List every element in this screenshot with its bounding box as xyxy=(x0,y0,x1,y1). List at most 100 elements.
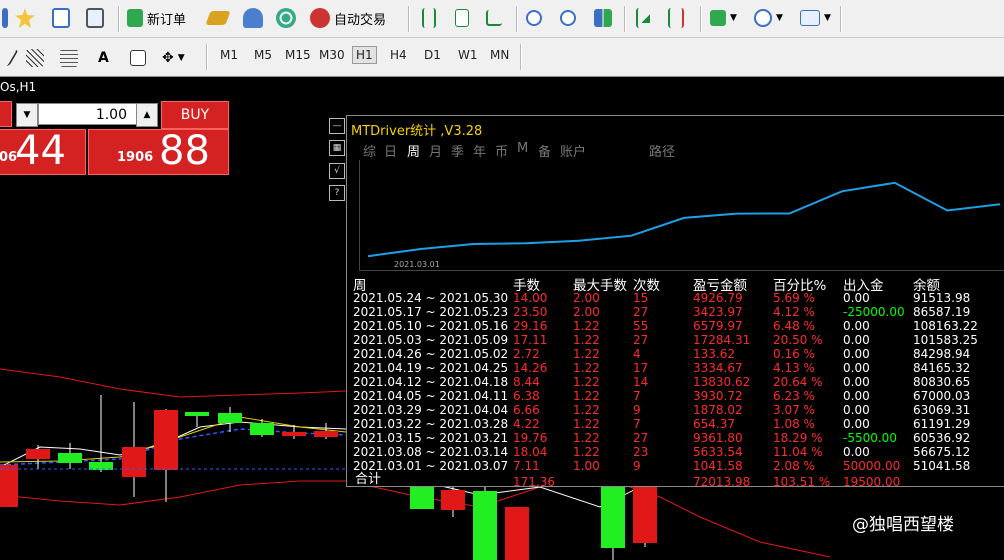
cell-count: 15 xyxy=(633,291,649,305)
cell-pnl: 13830.62 xyxy=(693,375,751,389)
tile-windows-icon[interactable] xyxy=(594,6,612,30)
cell-pnl: 133.62 xyxy=(693,347,735,361)
cell-max-lots: 1.22 xyxy=(573,347,600,361)
cell-pnl: 17284.31 xyxy=(693,333,751,347)
sell-button[interactable] xyxy=(0,101,12,127)
bar-chart-icon[interactable] xyxy=(418,6,436,30)
cell-pct: 18.29 % xyxy=(773,431,823,445)
account-icon[interactable] xyxy=(243,6,263,30)
indicators-icon[interactable]: ▼ xyxy=(710,6,737,30)
buy-price-panel[interactable]: 1906 88 xyxy=(88,128,229,175)
zoom-out-icon[interactable] xyxy=(560,6,576,30)
tab-currency[interactable]: 币 xyxy=(495,141,508,160)
zoom-in-icon[interactable] xyxy=(526,6,542,30)
cell-week: 2021.05.24 ~ 2021.05.30 xyxy=(353,291,509,305)
arrow-icon[interactable] xyxy=(2,6,8,30)
tf-h4[interactable]: H4 xyxy=(390,48,407,62)
new-order-button[interactable]: 新订单 xyxy=(127,6,186,30)
cell-week: 2021.03.01 ~ 2021.03.07 xyxy=(353,459,509,473)
sell-price-panel[interactable]: 06 44 xyxy=(0,128,86,175)
cell-pnl: 4926.79 xyxy=(693,291,743,305)
tab-week[interactable]: 周 xyxy=(407,141,420,160)
line-chart-icon[interactable] xyxy=(486,6,502,30)
text-tool[interactable]: A xyxy=(98,46,109,70)
cell-lots: 7.11 xyxy=(513,459,540,473)
cell-pct: 1.08 % xyxy=(773,417,815,431)
tf-mn[interactable]: MN xyxy=(490,48,509,62)
chart-shift-icon[interactable] xyxy=(668,6,684,30)
cell-week: 2021.04.12 ~ 2021.04.18 xyxy=(353,375,509,389)
strategy-tester-icon[interactable] xyxy=(86,6,104,30)
help-icon[interactable]: ? xyxy=(329,185,345,201)
tf-h1[interactable]: H1 xyxy=(352,46,377,64)
cell-count: 55 xyxy=(633,319,649,333)
cell-count: 4 xyxy=(633,347,641,361)
tab-month[interactable]: 月 xyxy=(429,141,442,160)
gann-icon[interactable] xyxy=(26,46,44,70)
tf-m5[interactable]: M5 xyxy=(254,48,272,62)
check-icon[interactable]: √ xyxy=(329,163,345,179)
arrows-icon[interactable]: ✥ ▼ xyxy=(162,46,185,70)
signals-icon[interactable] xyxy=(276,6,296,30)
equity-curve-chart: 2021.03.01 xyxy=(359,160,1004,271)
autoscroll-icon[interactable] xyxy=(636,6,650,30)
cell-count: 27 xyxy=(633,431,649,445)
tab-note[interactable]: 备 xyxy=(538,141,551,160)
minimize-icon[interactable]: — xyxy=(329,118,345,134)
tf-d1[interactable]: D1 xyxy=(424,48,441,62)
total-label: 合计 xyxy=(355,472,382,487)
cell-max-lots: 1.22 xyxy=(573,445,600,459)
navigator-icon[interactable] xyxy=(52,6,70,30)
cell-lots: 6.66 xyxy=(513,403,540,417)
grid-icon[interactable]: ▦ xyxy=(329,140,345,156)
tab-path[interactable]: 路径 xyxy=(649,141,675,160)
tf-w1[interactable]: W1 xyxy=(458,48,478,62)
tf-m1[interactable]: M1 xyxy=(220,48,238,62)
volume-increase-button[interactable]: ▲ xyxy=(136,103,158,127)
tab-year[interactable]: 年 xyxy=(473,141,486,160)
tab-day[interactable]: 日 xyxy=(384,141,397,160)
total-pnl: 72013.98 xyxy=(693,475,751,489)
favorites-icon[interactable] xyxy=(15,6,35,30)
cell-flow: 0.00 xyxy=(843,445,870,459)
cell-balance: 86587.19 xyxy=(913,305,971,319)
cell-count: 7 xyxy=(633,417,641,431)
tab-account[interactable]: 账户 xyxy=(560,141,586,160)
sell-price-big: 44 xyxy=(15,128,66,174)
metaeditor-icon[interactable] xyxy=(205,6,231,30)
cell-flow: 0.00 xyxy=(843,375,870,389)
cell-balance: 51041.58 xyxy=(913,459,971,473)
cell-flow: 0.00 xyxy=(843,319,870,333)
total-lots: 171.36 xyxy=(513,475,555,489)
cell-pct: 6.48 % xyxy=(773,319,815,333)
tab-summary[interactable]: 综 xyxy=(363,141,376,160)
cell-pnl: 1878.02 xyxy=(693,403,743,417)
cell-balance: 91513.98 xyxy=(913,291,971,305)
cell-count: 9 xyxy=(633,459,641,473)
candlestick-icon[interactable] xyxy=(452,6,469,30)
auto-trading-button[interactable]: 自动交易 xyxy=(310,6,386,30)
cell-balance: 67000.03 xyxy=(913,389,971,403)
cell-pnl: 654.37 xyxy=(693,417,735,431)
tab-quarter[interactable]: 季 xyxy=(451,141,464,160)
cell-pct: 4.12 % xyxy=(773,305,815,319)
text-label-icon[interactable] xyxy=(130,46,146,70)
trendline-icon[interactable] xyxy=(0,46,19,70)
auto-trading-icon xyxy=(310,8,330,28)
volume-decrease-button[interactable]: ▼ xyxy=(16,103,38,127)
cell-balance: 63069.31 xyxy=(913,403,971,417)
periods-icon[interactable]: ▼ xyxy=(754,6,783,30)
tab-magic[interactable]: M xyxy=(517,141,528,156)
tf-m15[interactable]: M15 xyxy=(285,48,311,62)
buy-button[interactable]: BUY xyxy=(161,101,229,129)
cell-pnl: 3930.72 xyxy=(693,389,743,403)
cell-balance: 80830.65 xyxy=(913,375,971,389)
cell-flow: 50000.00 xyxy=(843,459,901,473)
fibonacci-icon[interactable] xyxy=(60,46,78,70)
cell-max-lots: 2.00 xyxy=(573,305,600,319)
cell-count: 14 xyxy=(633,375,649,389)
cell-balance: 108163.22 xyxy=(913,319,978,333)
tf-m30[interactable]: M30 xyxy=(319,48,345,62)
cell-week: 2021.04.05 ~ 2021.04.11 xyxy=(353,389,509,403)
templates-icon[interactable]: ▼ xyxy=(800,6,831,30)
